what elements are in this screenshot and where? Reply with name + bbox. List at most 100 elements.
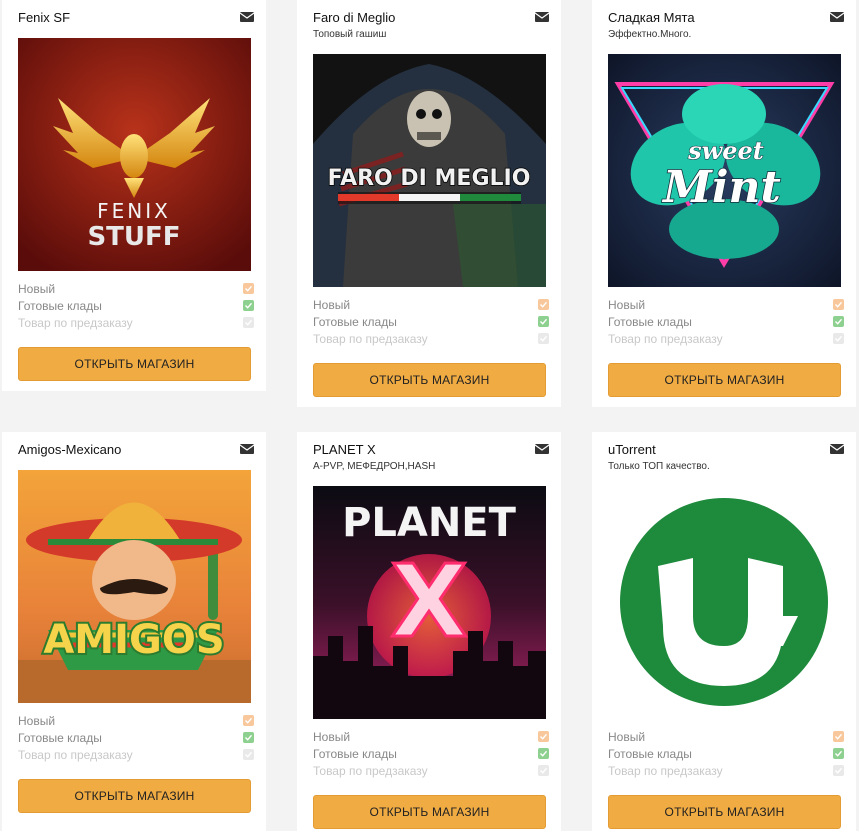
feature-preorder: Товар по предзаказу bbox=[608, 764, 844, 781]
feature-new: Новый bbox=[608, 730, 844, 747]
feature-label: Новый bbox=[608, 298, 646, 312]
feature-label: Готовые клады bbox=[313, 315, 397, 329]
feature-new: Новый bbox=[18, 714, 254, 731]
feature-label: Новый bbox=[313, 298, 351, 312]
shop-card: Сладкая Мята Эффектно.Много. sweet Mint … bbox=[592, 0, 856, 407]
image-text: X bbox=[390, 543, 467, 660]
envelope-icon[interactable] bbox=[240, 12, 254, 22]
feature-label: Товар по предзаказу bbox=[313, 764, 428, 778]
feature-preorder: Товар по предзаказу bbox=[18, 748, 254, 765]
feature-label: Товар по предзаказу bbox=[608, 332, 723, 346]
feature-ready: Готовые клады bbox=[608, 747, 844, 764]
image-text: AMIGOS bbox=[43, 617, 224, 663]
shop-tagline: Эффектно.Много. bbox=[608, 29, 692, 40]
feature-preorder: Товар по предзаказу bbox=[313, 332, 549, 349]
feature-label: Готовые клады bbox=[313, 747, 397, 761]
feature-label: Товар по предзаказу bbox=[18, 748, 133, 762]
checkbox-icon bbox=[833, 765, 844, 776]
feature-label: Новый bbox=[18, 714, 56, 728]
open-shop-button[interactable]: ОТКРЫТЬ МАГАЗИН bbox=[608, 363, 841, 397]
feature-label: Готовые клады bbox=[18, 299, 102, 313]
envelope-icon[interactable] bbox=[535, 444, 549, 454]
shop-card: Fenix SF FENIX STUFF Новый Готовые клады… bbox=[2, 0, 266, 391]
checkbox-icon bbox=[833, 731, 844, 742]
shop-image[interactable]: PLANET X bbox=[313, 486, 546, 719]
shop-title[interactable]: PLANET X bbox=[313, 442, 376, 457]
shop-tagline: A-PVP, МЕФЕДРОН,HASH bbox=[313, 461, 436, 472]
open-shop-button[interactable]: ОТКРЫТЬ МАГАЗИН bbox=[18, 779, 251, 813]
shop-tagline: Топовый гашиш bbox=[313, 29, 387, 40]
image-text: STUFF bbox=[87, 222, 180, 252]
feature-ready: Готовые клады bbox=[18, 299, 254, 316]
image-text: PLANET bbox=[342, 500, 517, 546]
feature-label: Товар по предзаказу bbox=[18, 316, 133, 330]
shop-title[interactable]: uTorrent bbox=[608, 442, 656, 457]
feature-preorder: Товар по предзаказу bbox=[18, 316, 254, 333]
feature-label: Товар по предзаказу bbox=[608, 764, 723, 778]
shop-image[interactable]: AMIGOS bbox=[18, 470, 251, 703]
shop-card: PLANET X A-PVP, МЕФЕДРОН,HASH PLANET X Н… bbox=[297, 432, 561, 831]
feature-label: Готовые клады bbox=[608, 747, 692, 761]
checkbox-icon bbox=[243, 283, 254, 294]
feature-new: Новый bbox=[313, 298, 549, 315]
checkbox-icon bbox=[243, 715, 254, 726]
shop-title[interactable]: Сладкая Мята bbox=[608, 10, 695, 25]
checkbox-icon bbox=[243, 317, 254, 328]
button-label: ОТКРЫТЬ МАГАЗИН bbox=[664, 373, 785, 387]
checkbox-icon bbox=[833, 316, 844, 327]
button-label: ОТКРЫТЬ МАГАЗИН bbox=[369, 805, 490, 819]
feature-preorder: Товар по предзаказу bbox=[608, 332, 844, 349]
shop-tagline: Только ТОП качество. bbox=[608, 461, 710, 472]
feature-label: Товар по предзаказу bbox=[313, 332, 428, 346]
shop-card: uTorrent Только ТОП качество. Новый Гото… bbox=[592, 432, 856, 831]
feature-ready: Готовые клады bbox=[313, 747, 549, 764]
feature-ready: Готовые клады bbox=[608, 315, 844, 332]
feature-label: Готовые клады bbox=[18, 731, 102, 745]
shop-title[interactable]: Faro di Meglio bbox=[313, 10, 395, 25]
open-shop-button[interactable]: ОТКРЫТЬ МАГАЗИН bbox=[608, 795, 841, 829]
envelope-icon[interactable] bbox=[830, 12, 844, 22]
checkbox-icon bbox=[833, 333, 844, 344]
shop-card: Amigos-Mexicano AMIGOS Новый Готовые кла… bbox=[2, 432, 266, 831]
feature-ready: Готовые клады bbox=[313, 315, 549, 332]
checkbox-icon bbox=[243, 732, 254, 743]
shop-card: Faro di Meglio Топовый гашиш FARO DI MEG… bbox=[297, 0, 561, 407]
envelope-icon[interactable] bbox=[830, 444, 844, 454]
checkbox-icon bbox=[538, 333, 549, 344]
checkbox-icon bbox=[538, 299, 549, 310]
feature-new: Новый bbox=[18, 282, 254, 299]
feature-label: Новый bbox=[313, 730, 351, 744]
image-text: FARO DI MEGLIO bbox=[328, 166, 531, 191]
checkbox-icon bbox=[538, 731, 549, 742]
feature-new: Новый bbox=[313, 730, 549, 747]
envelope-icon[interactable] bbox=[535, 12, 549, 22]
envelope-icon[interactable] bbox=[240, 444, 254, 454]
feature-new: Новый bbox=[608, 298, 844, 315]
open-shop-button[interactable]: ОТКРЫТЬ МАГАЗИН bbox=[313, 795, 546, 829]
image-text: Mint bbox=[661, 162, 781, 213]
checkbox-icon bbox=[833, 299, 844, 310]
shop-image[interactable]: FARO DI MEGLIO bbox=[313, 54, 546, 287]
checkbox-icon bbox=[538, 748, 549, 759]
open-shop-button[interactable]: ОТКРЫТЬ МАГАЗИН bbox=[313, 363, 546, 397]
shop-title[interactable]: Amigos-Mexicano bbox=[18, 442, 121, 457]
shop-title[interactable]: Fenix SF bbox=[18, 10, 70, 25]
open-shop-button[interactable]: ОТКРЫТЬ МАГАЗИН bbox=[18, 347, 251, 381]
feature-label: Готовые клады bbox=[608, 315, 692, 329]
button-label: ОТКРЫТЬ МАГАЗИН bbox=[74, 357, 195, 371]
shop-image[interactable]: FENIX STUFF bbox=[18, 38, 251, 271]
checkbox-icon bbox=[538, 316, 549, 327]
checkbox-icon bbox=[538, 765, 549, 776]
checkbox-icon bbox=[833, 748, 844, 759]
shop-image[interactable]: sweet Mint bbox=[608, 54, 841, 287]
checkbox-icon bbox=[243, 749, 254, 760]
image-text: sweet bbox=[687, 136, 764, 165]
button-label: ОТКРЫТЬ МАГАЗИН bbox=[664, 805, 785, 819]
image-text: FENIX bbox=[97, 199, 171, 223]
feature-label: Новый bbox=[608, 730, 646, 744]
feature-ready: Готовые клады bbox=[18, 731, 254, 748]
feature-preorder: Товар по предзаказу bbox=[313, 764, 549, 781]
feature-label: Новый bbox=[18, 282, 56, 296]
shop-image[interactable] bbox=[608, 486, 841, 719]
button-label: ОТКРЫТЬ МАГАЗИН bbox=[369, 373, 490, 387]
